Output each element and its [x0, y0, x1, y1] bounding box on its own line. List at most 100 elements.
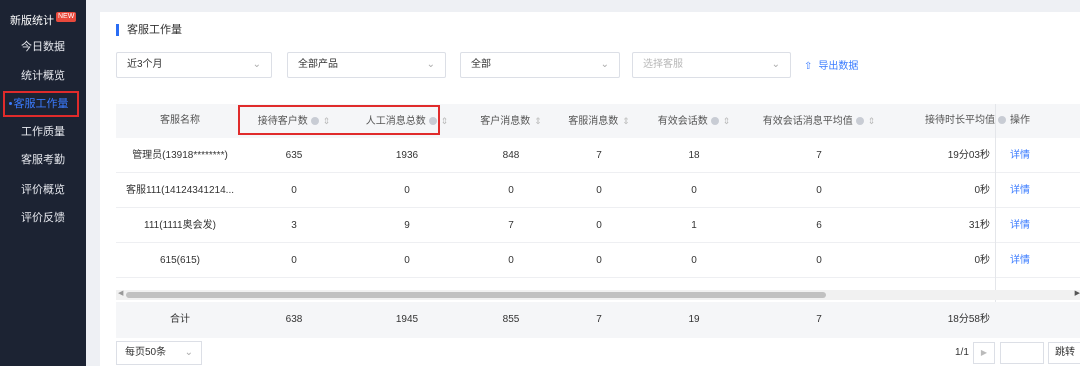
new-badge: NEW — [56, 12, 77, 22]
help-icon[interactable] — [855, 117, 864, 125]
sidebar-item-label: 客服考勤 — [21, 154, 65, 166]
cell-avg-session-msgs: 6 — [816, 220, 822, 231]
column-header-manual-msgs[interactable]: 人工消息总数 ⇕ — [353, 104, 461, 138]
cell-manual-msgs: 0 — [404, 185, 410, 196]
cell-agent-msgs: 0 — [596, 185, 602, 196]
total-avg-session-msgs: 7 — [816, 314, 822, 325]
chevron-down-icon: ⌄ — [184, 347, 193, 358]
page-jump-input[interactable] — [1000, 342, 1044, 364]
details-link[interactable]: 详情 — [1002, 138, 1038, 173]
sidebar-item-label: 今日数据 — [21, 41, 65, 53]
table-row: 管理员(13918********) 635 1936 848 7 18 7 1… — [116, 138, 1080, 173]
column-header-received[interactable]: 接待客户数 ⇕ — [248, 104, 340, 138]
cell-name: 615(615) — [159, 255, 201, 266]
cell-avg-duration: 19分03秒 — [947, 150, 990, 161]
page-size-select[interactable]: 每页50条 ⌄ — [116, 341, 202, 365]
chevron-down-icon: ⌄ — [600, 59, 609, 70]
cell-received: 0 — [291, 255, 297, 266]
sort-icon[interactable]: ⇕ — [534, 116, 542, 126]
sidebar-item-label: 工作质量 — [21, 126, 65, 138]
scope-value: 全部 — [471, 59, 491, 70]
table-row: 111(1111奥会发) 3 9 7 0 1 6 31秒 详情 — [116, 208, 1080, 243]
help-icon[interactable] — [310, 117, 319, 125]
product-value: 全部产品 — [298, 59, 338, 70]
page-title: 客服工作量 — [116, 24, 182, 36]
cell-agent-msgs: 0 — [596, 255, 602, 266]
page-info: 1/1 — [955, 347, 969, 358]
column-header-customer-msgs[interactable]: 客户消息数 ⇕ — [471, 104, 551, 138]
total-customer-msgs: 855 — [502, 314, 520, 325]
cell-avg-duration: 0秒 — [974, 185, 990, 196]
sidebar-item-overview[interactable]: 统计概览 — [0, 63, 86, 89]
column-header-agent-msgs[interactable]: 客服消息数 ⇕ — [559, 104, 639, 138]
sort-icon[interactable]: ⇕ — [868, 116, 876, 126]
agent-select[interactable]: 选择客服 ⌄ — [632, 52, 791, 78]
cell-customer-msgs: 0 — [508, 185, 514, 196]
sort-icon[interactable]: ⇕ — [323, 116, 331, 126]
column-header-avg-session-msgs[interactable]: 有效会话消息平均值 ⇕ — [752, 104, 886, 138]
cell-avg-session-msgs: 0 — [816, 185, 822, 196]
horizontal-scrollbar[interactable]: ◀ ▶ — [116, 290, 1080, 300]
sidebar-header[interactable]: 新版统计 NEW — [10, 12, 77, 28]
help-icon[interactable] — [710, 117, 719, 125]
jump-button[interactable]: 跳转 — [1048, 342, 1080, 364]
chevron-down-icon: ⌄ — [771, 59, 780, 70]
details-link[interactable]: 详情 — [1002, 173, 1038, 208]
total-manual-msgs: 1945 — [395, 314, 419, 325]
chevron-down-icon: ⌄ — [252, 59, 261, 70]
cell-customer-msgs: 848 — [502, 150, 520, 161]
total-avg-duration: 18分58秒 — [947, 314, 990, 325]
cell-received: 635 — [285, 150, 303, 161]
column-header-name: 客服名称 — [160, 115, 200, 126]
sidebar: 新版统计 NEW 今日数据 统计概览 客服工作量 工作质量 客服考勤 评价概览 评… — [0, 0, 86, 366]
export-button[interactable]: ⇧ 导出数据 — [804, 57, 858, 72]
cell-avg-duration: 0秒 — [974, 255, 990, 266]
period-select[interactable]: 近3个月 ⌄ — [116, 52, 272, 78]
chevron-right-icon: ▶ — [980, 348, 988, 357]
export-label: 导出数据 — [818, 61, 859, 72]
scope-select[interactable]: 全部 ⌄ — [460, 52, 620, 78]
sidebar-item-attendance[interactable]: 客服考勤 — [0, 147, 86, 173]
cell-avg-duration: 31秒 — [968, 220, 990, 231]
cell-valid-sessions: 0 — [691, 185, 697, 196]
cell-customer-msgs: 0 — [508, 255, 514, 266]
cell-valid-sessions: 18 — [688, 150, 700, 161]
sort-icon[interactable]: ⇕ — [441, 116, 449, 126]
column-header-valid-sessions[interactable]: 有效会话数 ⇕ — [646, 104, 742, 138]
cell-valid-sessions: 0 — [691, 255, 697, 266]
sidebar-item-quality[interactable]: 工作质量 — [0, 119, 86, 145]
scroll-left-icon[interactable]: ◀ — [118, 289, 123, 297]
sidebar-item-rating-feedback[interactable]: 评价反馈 — [0, 205, 86, 231]
sidebar-item-today[interactable]: 今日数据 — [0, 34, 86, 60]
cell-manual-msgs: 9 — [404, 220, 410, 231]
sidebar-item-rating-overview[interactable]: 评价概览 — [0, 177, 86, 203]
help-icon[interactable] — [428, 117, 437, 125]
scroll-right-icon[interactable]: ▶ — [1075, 289, 1080, 297]
sort-icon[interactable]: ⇕ — [622, 116, 630, 126]
cell-name: 管理员(13918********) — [132, 150, 228, 161]
next-page-button[interactable]: ▶ — [973, 342, 995, 364]
table-row: 615(615) 0 0 0 0 0 0 0秒 详情 — [116, 243, 1080, 278]
column-header-avg-duration[interactable]: 接待时长平均值 — [906, 104, 1006, 138]
product-select[interactable]: 全部产品 ⌄ — [287, 52, 446, 78]
cell-name: 客服111(14124341214... — [125, 185, 235, 196]
sidebar-item-label: 统计概览 — [21, 70, 65, 82]
table-header: 客服名称 接待客户数 ⇕ 人工消息总数 ⇕ 客户消息数 ⇕ 客服消息数 ⇕ 有效会话数 ⇕… — [116, 104, 1080, 138]
details-link[interactable]: 详情 — [1002, 208, 1038, 243]
cell-avg-session-msgs: 7 — [816, 150, 822, 161]
scrollbar-thumb[interactable] — [126, 292, 826, 298]
upload-icon: ⇧ — [804, 61, 813, 72]
sidebar-item-label: 客服工作量 — [13, 98, 69, 110]
cell-agent-msgs: 7 — [596, 150, 602, 161]
cell-manual-msgs: 1936 — [395, 150, 419, 161]
sort-icon[interactable]: ⇕ — [723, 116, 731, 126]
sidebar-item-workload[interactable]: 客服工作量 — [3, 91, 79, 117]
cell-avg-session-msgs: 0 — [816, 255, 822, 266]
sidebar-item-label: 评价反馈 — [21, 212, 65, 224]
details-link[interactable]: 详情 — [1002, 243, 1038, 278]
table-row: 客服111(14124341214... 0 0 0 0 0 0 0秒 详情 — [116, 173, 1080, 208]
chevron-down-icon: ⌄ — [426, 59, 435, 70]
page-size-value: 每页50条 — [125, 347, 167, 358]
cell-customer-msgs: 7 — [508, 220, 514, 231]
active-dot-icon — [9, 102, 12, 105]
